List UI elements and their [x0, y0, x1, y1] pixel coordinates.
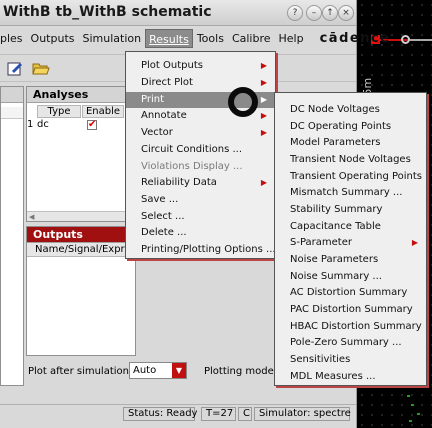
- status-unit: C: [238, 407, 252, 421]
- menu-item-transient-operating-points[interactable]: Transient Operating Points: [275, 169, 426, 185]
- menu-item-label: Direct Plot: [141, 77, 193, 88]
- submenu-arrow-icon: ▶: [411, 238, 418, 247]
- menu-item-transient-node-voltages[interactable]: Transient Node Voltages: [275, 152, 426, 168]
- menu-item-label: Printing/Plotting Options ...: [141, 244, 276, 255]
- analysis-type[interactable]: dc: [37, 119, 49, 130]
- submenu-arrow-icon: ▶: [260, 178, 267, 187]
- schematic-node[interactable]: [401, 35, 410, 44]
- menu-item-pac-distortion-summary[interactable]: PAC Distortion Summary: [275, 302, 426, 318]
- menu-item-ac-distortion-summary[interactable]: AC Distortion Summary: [275, 285, 426, 301]
- menu-item-label: Delete ...: [141, 227, 187, 238]
- menu-item-plot-outputs[interactable]: Plot Outputs ▶: [126, 58, 275, 74]
- menu-sessions[interactable]: ples: [0, 29, 27, 48]
- menu-item-label: Vector: [141, 127, 173, 138]
- results-menu: Plot Outputs ▶ Direct Plot ▶ Print ▶ Annota…: [125, 51, 276, 259]
- menu-item-vector[interactable]: Vector ▶: [126, 125, 275, 141]
- maximize-icon[interactable]: ↑: [322, 5, 338, 21]
- table-row[interactable]: [1, 107, 23, 119]
- row-number: 1: [27, 119, 34, 130]
- status-temperature: T=27: [201, 407, 236, 421]
- plot-after-value: Auto: [133, 365, 157, 376]
- menu-item-label: Plot Outputs: [141, 60, 203, 71]
- analyses-pane[interactable]: Analyses Type Enable 1 dc ✔ ◀: [26, 86, 136, 222]
- menu-item-save[interactable]: Save ...: [126, 192, 275, 208]
- menu-item-label: Circuit Conditions ...: [141, 144, 243, 155]
- menu-item-sensitivities[interactable]: Sensitivities: [275, 352, 426, 368]
- status-simulator: Simulator: spectre: [254, 407, 351, 421]
- submenu-arrow-icon: ▶: [260, 95, 267, 104]
- submenu-arrow-icon: ▶: [260, 111, 267, 120]
- pane-header: [1, 87, 23, 103]
- menu-item-label: Reliability Data: [141, 177, 217, 188]
- submenu-arrow-icon: ▶: [260, 128, 267, 137]
- horizontal-scrollbar[interactable]: ◀: [27, 211, 135, 221]
- submenu-arrow-icon: ▶: [260, 61, 267, 70]
- cadence-logo: cādence: [319, 31, 391, 46]
- menu-item-dc-node-voltages[interactable]: DC Node Voltages: [275, 102, 426, 118]
- column-type[interactable]: Type: [37, 105, 81, 118]
- window-title: WithB tb_WithB schematic: [3, 4, 212, 20]
- menu-item-stability-summary[interactable]: Stability Summary: [275, 202, 426, 218]
- menu-bar: ples Outputs Simulation Results Tools Ca…: [0, 29, 389, 48]
- scroll-left-icon[interactable]: ◀: [29, 213, 34, 221]
- menu-item-s-parameter[interactable]: S-Parameter ▶: [275, 235, 426, 251]
- status-bar: Status: Ready T=27 C Simulator: spectre: [0, 404, 356, 422]
- menu-item-noise-summary[interactable]: Noise Summary ...: [275, 269, 426, 285]
- schematic-wire: [410, 39, 432, 41]
- help-icon[interactable]: ?: [287, 5, 303, 21]
- menu-item-reliability-data[interactable]: Reliability Data ▶: [126, 175, 275, 191]
- menu-item-noise-parameters[interactable]: Noise Parameters: [275, 252, 426, 268]
- menu-item-label: Violations Display ...: [141, 161, 243, 172]
- title-bar[interactable]: WithB tb_WithB schematic ? – ↑ ×: [0, 0, 356, 26]
- menu-tools[interactable]: Tools: [193, 29, 228, 48]
- menu-results[interactable]: Results: [145, 29, 193, 48]
- submenu-arrow-icon: ▶: [260, 78, 267, 87]
- enable-checkbox[interactable]: ✔: [87, 120, 97, 130]
- menu-item-label: Print: [141, 94, 165, 105]
- menu-item-circuit-conditions[interactable]: Circuit Conditions ...: [126, 142, 275, 158]
- menu-help[interactable]: Help: [275, 29, 308, 48]
- menu-item-label: Annotate: [141, 110, 187, 121]
- menu-item-select[interactable]: Select ...: [126, 209, 275, 225]
- menu-simulation[interactable]: Simulation: [79, 29, 146, 48]
- menu-item-hbac-distortion-summary[interactable]: HBAC Distortion Summary: [275, 319, 426, 335]
- plotting-mode-label: Plotting mode:: [204, 366, 278, 377]
- menu-calibre[interactable]: Calibre: [228, 29, 275, 48]
- menu-item-capacitance-table[interactable]: Capacitance Table: [275, 219, 426, 235]
- status-state: Status: Ready: [123, 407, 197, 421]
- menu-item-direct-plot[interactable]: Direct Plot ▶: [126, 75, 275, 91]
- menu-item-mdl-measures[interactable]: MDL Measures ...: [275, 369, 426, 385]
- chevron-down-icon[interactable]: ▼: [172, 363, 186, 378]
- edit-icon[interactable]: [7, 61, 23, 76]
- plot-after-label: Plot after simulation:: [28, 366, 133, 377]
- menu-item-violations-display: Violations Display ...: [126, 159, 275, 175]
- folder-open-icon[interactable]: [32, 61, 50, 76]
- column-enable[interactable]: Enable: [82, 105, 124, 118]
- menu-outputs[interactable]: Outputs: [27, 29, 79, 48]
- menu-item-dc-operating-points[interactable]: DC Operating Points: [275, 119, 426, 135]
- menu-item-delete[interactable]: Delete ...: [126, 225, 275, 241]
- design-variables-pane[interactable]: [0, 86, 24, 386]
- analyses-header: Analyses: [27, 87, 135, 103]
- print-submenu: DC Node Voltages DC Operating Points Mod…: [274, 92, 427, 386]
- close-icon[interactable]: ×: [338, 5, 354, 21]
- menu-item-printing-plotting-options[interactable]: Printing/Plotting Options ...: [126, 242, 276, 258]
- menu-item-label: Save ...: [141, 194, 179, 205]
- menu-item-mismatch-summary[interactable]: Mismatch Summary ...: [275, 185, 426, 201]
- menu-item-pole-zero-summary[interactable]: Pole-Zero Summary ...: [275, 335, 426, 351]
- minimize-icon[interactable]: –: [306, 5, 322, 21]
- menu-item-label: S-Parameter: [290, 237, 352, 248]
- outputs-header: Outputs: [27, 227, 135, 243]
- menu-item-label: Select ...: [141, 211, 185, 222]
- column-name-signal-expr[interactable]: Name/Signal/Expr: [27, 243, 135, 257]
- mouse-cursor-icon: [228, 87, 258, 117]
- plot-after-select[interactable]: Auto ▼: [129, 362, 187, 379]
- menu-item-model-parameters[interactable]: Model Parameters: [275, 135, 426, 151]
- outputs-pane[interactable]: Outputs Name/Signal/Expr: [26, 226, 136, 356]
